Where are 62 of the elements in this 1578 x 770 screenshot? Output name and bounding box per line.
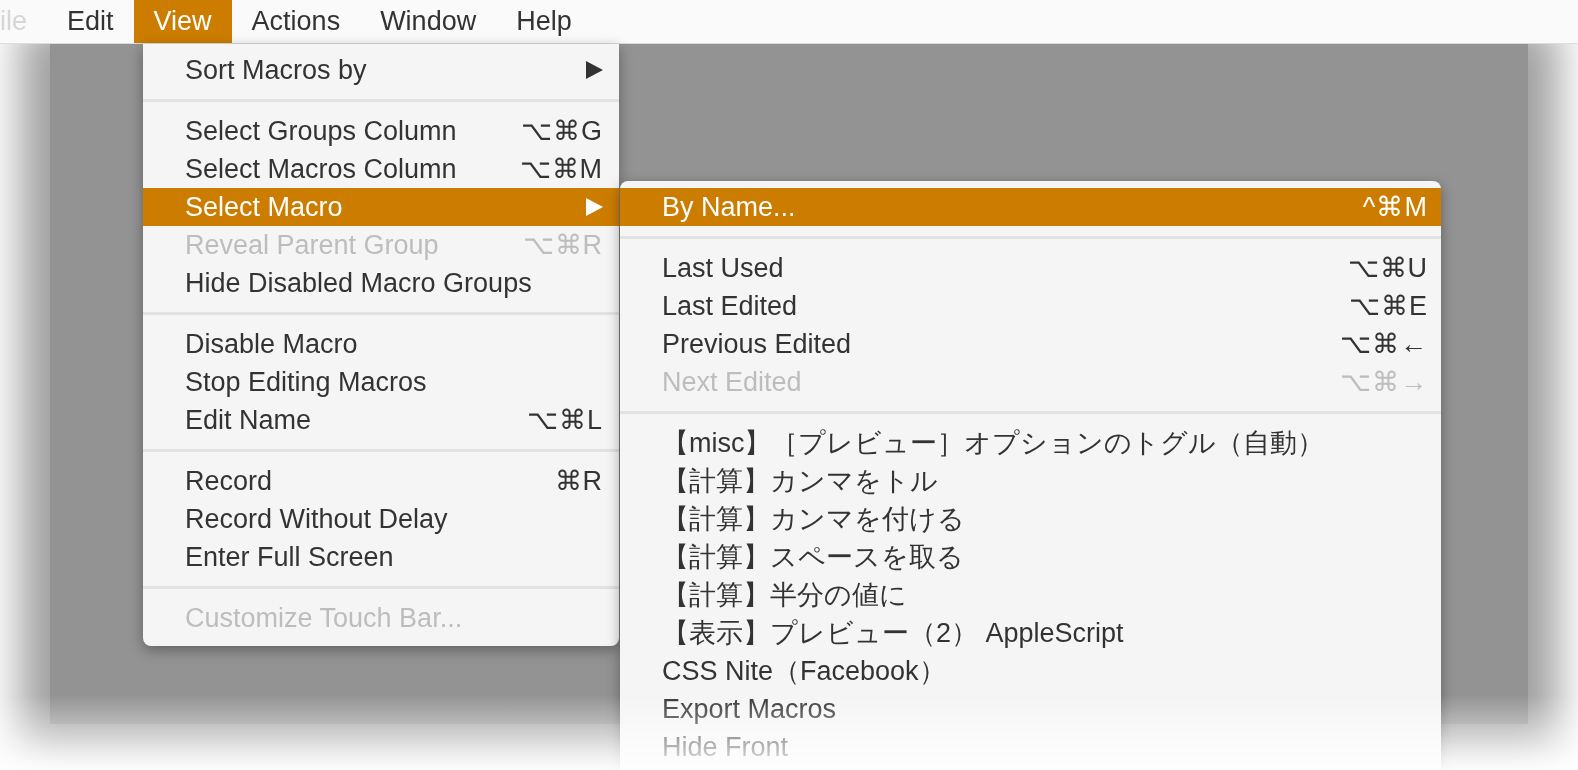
shortcut-label: ⌥⌘E [1349,289,1428,323]
menu-item[interactable]: Select Macros Column ⌥⌘M [143,150,619,188]
menu-item-label: 【計算】スペースを取る [662,540,964,574]
menu-item-label: Reveal Parent Group [185,228,439,262]
menu-item-label: 【計算】カンマを付ける [662,502,965,536]
menu-item[interactable]: Record Without Delay [143,500,619,538]
shortcut-label: ⌥⌘→ [1340,365,1428,399]
menu-bar-item[interactable]: Actions [231,0,361,43]
menu-item[interactable]: Last Edited ⌥⌘E [620,287,1441,325]
menu-item[interactable]: CSS Nite（Facebook） [620,652,1441,690]
menu-item[interactable]: 【表示】プレビュー（2） AppleScript [620,614,1441,652]
menu-item[interactable]: Stop Editing Macros [143,363,619,401]
menu-item[interactable]: 【計算】カンマをトル [620,462,1441,500]
menu-item-label: Stop Editing Macros [185,365,427,399]
menu-item-label: Customize Touch Bar... [185,601,463,635]
menu-item[interactable]: Hide Disabled Macro Groups [143,264,619,302]
shortcut-label: ⌥⌘← [1340,327,1428,361]
menu-item-label: Last Used [662,251,784,285]
menu-item[interactable]: Disable Macro [143,325,619,363]
menu-item-label: Record Without Delay [185,502,448,536]
menu-bar-item[interactable]: Help [496,0,592,43]
menu-item[interactable]: Last Used ⌥⌘U [620,249,1441,287]
menu-item-label: CSS Nite（Facebook） [662,654,946,688]
menu-bar-item[interactable]: Edit [47,0,134,43]
shortcut-label: ⌥⌘M [519,152,603,186]
menu-item[interactable]: Enter Full Screen [143,538,619,576]
menu-item-label: Hide Disabled Macro Groups [185,266,532,300]
menu-item-label: 【計算】カンマをトル [662,464,938,498]
menu-item[interactable]: Select Groups Column ⌥⌘G [143,112,619,150]
shortcut-label: ⌥⌘U [1347,251,1428,285]
menu-item-label: Select Macros Column [185,152,457,186]
shortcut-label: ⌘R [554,464,603,498]
shortcut-label: ⌥⌘R [522,228,603,262]
menu-item-label: Previous Edited [662,327,852,361]
menu-item-label: Select Macro [185,190,343,224]
menu-item-label: Disable Macro [185,327,358,361]
menu-item-label: By Name... [662,190,796,224]
shortcut-label: ⌥⌘G [521,114,603,148]
shortcut-label: ⌥⌘L [526,403,603,437]
menu-item-label: Edit Name [185,403,312,437]
menu-item[interactable]: Previous Edited ⌥⌘← [620,325,1441,363]
menu-item[interactable]: 【計算】スペースを取る [620,538,1441,576]
menu-item-label: 【計算】半分の値に [662,578,907,612]
menu-item[interactable]: Sort Macros by [143,51,619,89]
menu-item[interactable]: 【計算】半分の値に [620,576,1441,614]
menu-item[interactable]: Export Macros [620,690,1441,728]
menu-item-label: Next Edited [662,365,802,399]
menu-item-label: Record [185,464,273,498]
menu-item[interactable]: 【misc】［プレビュー］オプションのトグル（自動） [620,424,1441,462]
menu-bar-item[interactable]: Window [360,0,497,43]
menu-item-label: Hide Front [662,730,789,764]
menu-item-label: Select Groups Column [185,114,457,148]
menu-item-label: Enter Full Screen [185,540,394,574]
menu-item-label: Last Edited [662,289,798,323]
menu-item-label: Export Macros [662,692,837,726]
menu-item[interactable]: Edit Name ⌥⌘L [143,401,619,439]
shortcut-label: ^⌘M [1362,190,1428,224]
menu-item-label: 【misc】［プレビュー］オプションのトグル（自動） [662,426,1325,460]
menu-item-label: Sort Macros by [185,53,367,87]
menu-item[interactable]: Record ⌘R [143,462,619,500]
menu-item-label: 【表示】プレビュー（2） AppleScript [662,616,1124,650]
menu-item[interactable]: 【計算】カンマを付ける [620,500,1441,538]
